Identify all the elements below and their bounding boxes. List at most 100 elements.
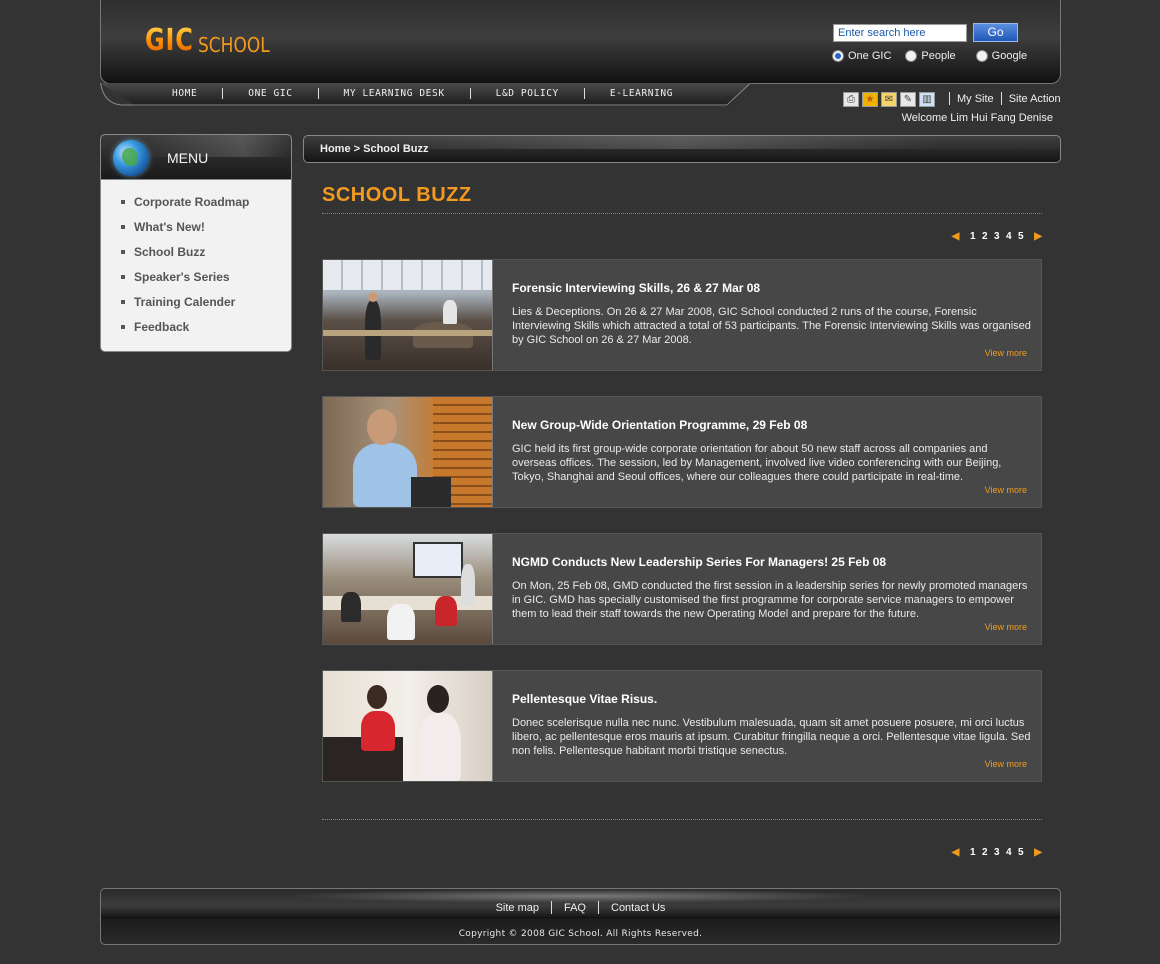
sidebar-item-speakers-series[interactable]: Speaker's Series [101, 268, 291, 293]
nav-ld-policy[interactable]: L&D POLICY [496, 88, 559, 99]
site-links: My Site Site Action [942, 92, 1061, 105]
print-icon[interactable]: ⎙ [843, 92, 859, 107]
page-link[interactable]: 4 [1004, 231, 1013, 242]
prev-page-icon[interactable]: ◀ [952, 847, 960, 858]
sidebar-item-corporate-roadmap[interactable]: Corporate Roadmap [101, 193, 291, 218]
view-more-link[interactable]: View more [985, 348, 1027, 358]
news-photo-speaker[interactable] [323, 397, 493, 507]
menu-header: MENU [101, 135, 291, 180]
nav-e-learning[interactable]: E-LEARNING [610, 88, 673, 99]
list-divider [322, 819, 1042, 820]
scope-google-radio[interactable]: Google [975, 50, 1028, 62]
nav-one-gic[interactable]: ONE GIC [248, 88, 292, 99]
scope-google-label: Google [991, 50, 1028, 62]
news-item: New Group-Wide Orientation Programme, 29… [322, 396, 1042, 508]
edit-icon[interactable]: ✎ [900, 92, 916, 107]
news-body: Donec scelerisque nulla nec nunc. Vestib… [512, 717, 1031, 757]
menu-title: MENU [167, 150, 209, 166]
logo-school-text: SCHOOL [197, 33, 270, 57]
page-tools: ⎙ ★ ✉ ✎ ▥ [843, 92, 935, 107]
view-more-link[interactable]: View more [985, 759, 1027, 769]
scope-people-label: People [921, 50, 956, 62]
globe-icon [113, 140, 149, 176]
page-link[interactable]: 3 [992, 231, 1001, 242]
radio-unselected-icon [975, 50, 988, 62]
news-body: Lies & Deceptions. On 26 & 27 Mar 2008, … [512, 306, 1031, 346]
news-item: Forensic Interviewing Skills, 26 & 27 Ma… [322, 259, 1042, 371]
menu-list: Corporate Roadmap What's New! School Buz… [101, 180, 291, 343]
radio-selected-icon [832, 50, 844, 62]
sidebar-item-feedback[interactable]: Feedback [101, 318, 291, 343]
page-link[interactable]: 5 [1016, 847, 1025, 858]
nav-divider [469, 88, 471, 99]
link-divider [550, 901, 552, 914]
gic-school-logo[interactable]: GIC SCHOOL [145, 20, 282, 58]
next-page-icon[interactable]: ▶ [1034, 847, 1042, 858]
scope-people-radio[interactable]: People [905, 50, 956, 62]
bookmark-icon[interactable]: ★ [862, 92, 878, 107]
nav-divider [222, 88, 224, 99]
nav-divider [583, 88, 585, 99]
next-page-icon[interactable]: ▶ [1034, 231, 1042, 242]
logo-gic-text: GIC [145, 23, 194, 58]
delete-icon[interactable]: ▥ [919, 92, 935, 107]
email-icon[interactable]: ✉ [881, 92, 897, 107]
page-link[interactable]: 4 [1004, 847, 1013, 858]
go-button[interactable]: Go [973, 23, 1018, 42]
nav-home[interactable]: HOME [172, 88, 197, 99]
scope-one-gic-label: One GIC [848, 50, 892, 62]
news-photo-classroom[interactable] [323, 260, 493, 370]
news-photo-conversation[interactable] [323, 671, 493, 781]
search-scope-group: One GIC People Google [832, 50, 1027, 62]
news-body: GIC held its first group-wide corporate … [512, 443, 1002, 483]
news-item: Pellentesque Vitae Risus. Donec sceleris… [322, 670, 1042, 782]
my-site-link[interactable]: My Site [957, 93, 994, 105]
breadcrumb: Home > School Buzz [320, 143, 429, 155]
header: GIC SCHOOL Go One GIC People Google [100, 0, 1061, 84]
footer: Site map FAQ Contact Us Copyright © 2008… [100, 888, 1061, 945]
sidebar-item-whats-new[interactable]: What's New! [101, 218, 291, 243]
news-body: On Mon, 25 Feb 08, GMD conducted the fir… [512, 580, 1028, 620]
contact-us-link[interactable]: Contact Us [611, 902, 665, 914]
news-title[interactable]: Pellentesque Vitae Risus. [512, 692, 657, 706]
page-link[interactable]: 3 [992, 847, 1001, 858]
pagination-top: ◀ 1 2 3 4 5 ▶ [952, 231, 1042, 242]
faq-link[interactable]: FAQ [564, 902, 586, 914]
search-input[interactable] [833, 24, 967, 42]
news-title[interactable]: Forensic Interviewing Skills, 26 & 27 Ma… [512, 281, 760, 295]
site-map-link[interactable]: Site map [496, 902, 539, 914]
copyright: Copyright © 2008 GIC School. All Rights … [458, 929, 703, 939]
pagination-bottom: ◀ 1 2 3 4 5 ▶ [952, 847, 1042, 858]
site-action-link[interactable]: Site Action [1009, 93, 1061, 105]
title-divider [322, 213, 1042, 214]
page-title: SCHOOL BUZZ [322, 184, 472, 206]
breadcrumb-separator: > [353, 143, 361, 155]
news-title[interactable]: New Group-Wide Orientation Programme, 29… [512, 418, 807, 432]
view-more-link[interactable]: View more [985, 622, 1027, 632]
breadcrumb-bar: Home > School Buzz [303, 135, 1061, 163]
page-link[interactable]: 1 [968, 847, 977, 858]
welcome-message: Welcome Lim Hui Fang Denise [901, 112, 1053, 124]
link-divider [1000, 92, 1002, 105]
sidebar-item-training-calender[interactable]: Training Calender [101, 293, 291, 318]
news-item: NGMD Conducts New Leadership Series For … [322, 533, 1042, 645]
prev-page-icon[interactable]: ◀ [952, 231, 960, 242]
breadcrumb-home[interactable]: Home [320, 143, 351, 155]
sidebar-menu: MENU Corporate Roadmap What's New! Schoo… [100, 134, 292, 352]
footer-divider [101, 917, 1060, 918]
main-nav: HOME ONE GIC MY LEARNING DESK L&D POLICY… [100, 83, 673, 104]
nav-divider [317, 88, 319, 99]
page-link[interactable]: 1 [968, 231, 977, 242]
breadcrumb-current: School Buzz [363, 143, 429, 155]
news-title[interactable]: NGMD Conducts New Leadership Series For … [512, 555, 886, 569]
page-link[interactable]: 5 [1016, 231, 1025, 242]
view-more-link[interactable]: View more [985, 485, 1027, 495]
radio-unselected-icon [905, 50, 918, 62]
page-link[interactable]: 2 [980, 847, 989, 858]
news-photo-meeting[interactable] [323, 534, 493, 644]
nav-my-learning-desk[interactable]: MY LEARNING DESK [344, 88, 445, 99]
scope-one-gic-radio[interactable]: One GIC [832, 50, 891, 62]
sidebar-item-school-buzz[interactable]: School Buzz [101, 243, 291, 268]
footer-links: Site map FAQ Contact Us [101, 901, 1060, 914]
page-link[interactable]: 2 [980, 231, 989, 242]
